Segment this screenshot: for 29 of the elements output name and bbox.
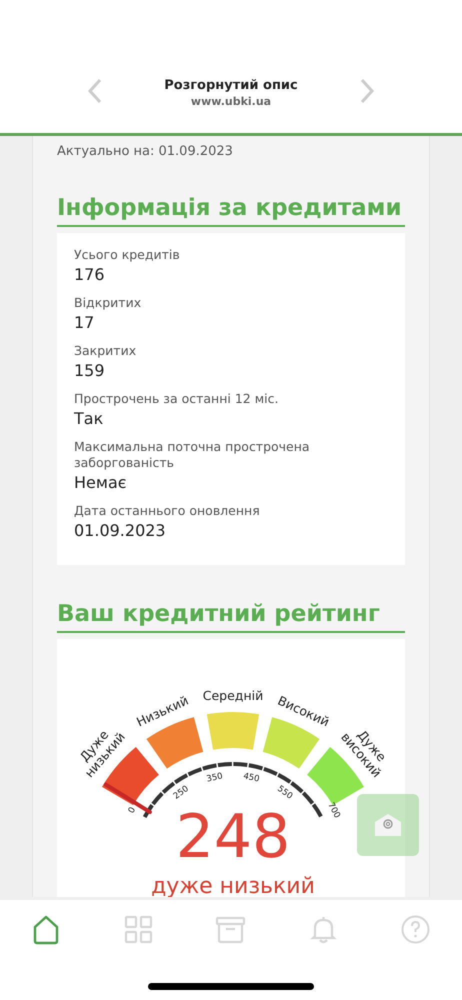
site-url: www.ubki.ua <box>190 95 272 108</box>
tick-label: 350 <box>206 771 224 784</box>
field-value: 176 <box>74 264 106 286</box>
field-label: Дата останнього оновлення <box>74 503 261 519</box>
field-label: Усього кредитів <box>74 247 181 263</box>
email-button[interactable] <box>357 794 419 856</box>
field-value: 01.09.2023 <box>74 520 167 542</box>
tick-label: 450 <box>242 771 260 784</box>
gauge-needle <box>104 782 152 814</box>
field-value: 159 <box>74 360 106 382</box>
segment-label: Середній <box>202 688 264 703</box>
field-value: Так <box>74 408 104 430</box>
updated-date: Актуально на: 01.09.2023 <box>57 144 234 159</box>
section-heading: Ваш кредитний рейтинг <box>57 601 405 633</box>
field-value: 17 <box>74 312 96 334</box>
section-heading: Інформація за кредитами <box>57 195 405 227</box>
forward-chevron-icon[interactable] <box>359 78 375 104</box>
back-chevron-icon[interactable] <box>87 78 103 104</box>
field-label: Максимальна поточна прострочена заборгованість <box>74 439 311 471</box>
tick-label: 0 <box>126 806 138 816</box>
page-title: Розгорнутий опис <box>164 78 298 93</box>
tick-label: 700 <box>325 800 342 820</box>
score-value: 248 <box>176 802 290 872</box>
field-label: Закритих <box>74 343 138 359</box>
tick-label: 250 <box>172 784 191 802</box>
field-label: Відкритих <box>74 295 142 311</box>
field-value: Немає <box>74 472 128 494</box>
field-label: Прострочень за останні 12 міс. <box>74 391 280 407</box>
tick-label: 550 <box>275 784 294 802</box>
